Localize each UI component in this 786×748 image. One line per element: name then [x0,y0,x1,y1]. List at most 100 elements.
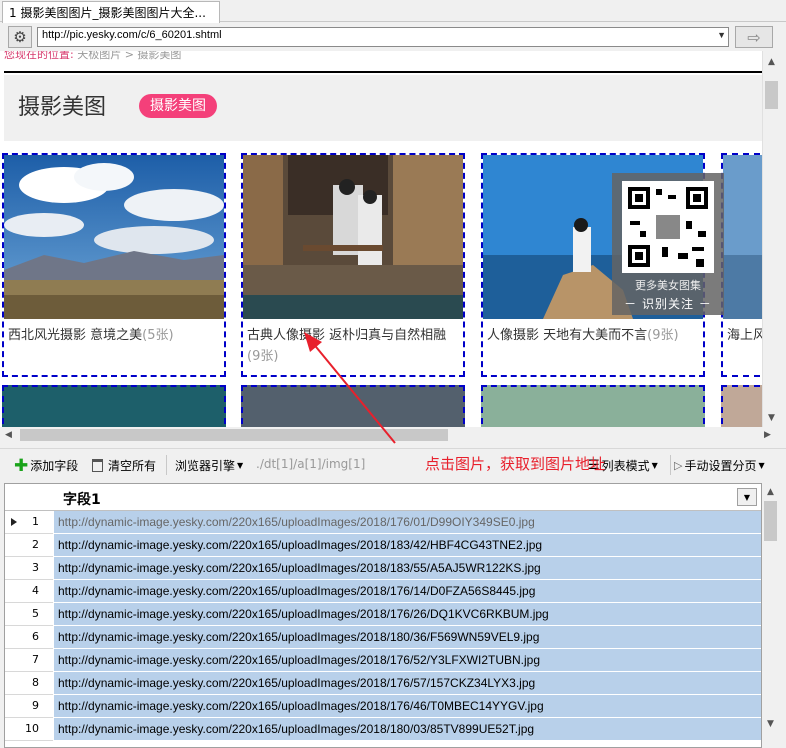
card-caption[interactable]: 古典人像摄影 返朴归真与自然相融 (9张) [247,325,459,367]
breadcrumb-prefix: 您现在的位置: [4,51,74,61]
toolbar: ✚ 添加字段 清空所有 浏览器引擎 ▼ ./dt[1]/a[1]/img[1] ☰ 列… [0,448,786,480]
divider [4,71,762,73]
row-number[interactable]: 5 [5,603,53,626]
table-cell[interactable]: http://dynamic-image.yesky.com/220x165/u… [54,695,761,718]
row-number[interactable]: 6 [5,626,53,649]
qr-code-popup[interactable]: 更多美女图集 － 识别关注 － [612,173,724,315]
qr-code-icon [622,181,714,273]
table-cell[interactable]: http://dynamic-image.yesky.com/220x165/u… [54,534,761,557]
card-caption[interactable]: 海上风 [727,325,762,346]
scroll-down-icon[interactable]: ▼ [767,719,774,729]
photo-card[interactable] [481,385,705,427]
table-cell[interactable]: http://dynamic-image.yesky.com/220x165/u… [54,718,761,741]
photo-card[interactable]: 西北风光摄影 意境之美(5张) [2,153,226,377]
scroll-up-icon[interactable]: ▲ [768,57,775,67]
annotation-text: 点击图片，获取到图片地址 [425,455,606,473]
page-title: 摄影美图 [18,95,107,120]
xpath-text: ./dt[1]/a[1]/img[1] [256,457,366,471]
table-cell[interactable]: http://dynamic-image.yesky.com/220x165/u… [54,580,761,603]
table-cell[interactable]: http://dynamic-image.yesky.com/220x165/u… [54,557,761,580]
table-row[interactable]: 10 http://dynamic-image.yesky.com/220x165… [5,718,761,741]
add-field-button[interactable]: ✚ 添加字段 [14,457,78,474]
table-row[interactable]: 4 http://dynamic-image.yesky.com/220x165/… [5,580,761,603]
photo-thumbnail[interactable] [4,155,224,319]
go-button[interactable]: ⇨ [735,26,773,48]
row-number[interactable]: 2 [5,534,53,557]
grid-vertical-scrollbar[interactable]: ▲ ▼ [762,483,780,748]
divider [166,455,167,475]
photo-card[interactable]: 古典人像摄影 返朴归真与自然相融 (9张) [241,153,465,377]
table-cell[interactable]: http://dynamic-image.yesky.com/220x165/u… [54,626,761,649]
url-input[interactable]: http://pic.yesky.com/c/6_60201.shtml ▼ [37,27,729,47]
scroll-up-icon[interactable]: ▲ [767,487,774,497]
chevron-down-icon: ▼ [743,493,751,502]
qr-follow-label: － 识别关注 － [624,297,712,311]
photo-count: (5张) [142,328,174,343]
tab-strip: 1 摄影美图图片_摄影美图图片大全... [0,0,786,23]
scroll-right-icon[interactable]: ▶ [764,430,771,440]
address-bar: ⚙ http://pic.yesky.com/c/6_60201.shtml ▼… [0,23,786,51]
scroll-left-icon[interactable]: ◀ [5,430,12,440]
row-number[interactable]: 3 [5,557,53,580]
caption-text: 海上风 [727,328,762,343]
table-row[interactable]: 8 http://dynamic-image.yesky.com/220x165/… [5,672,761,695]
scroll-down-icon[interactable]: ▼ [768,413,775,423]
card-caption[interactable]: 人像摄影 天地有大美而不言(9张) [487,325,699,346]
table-row[interactable]: 7 http://dynamic-image.yesky.com/220x165/… [5,649,761,672]
gear-icon[interactable]: ⚙ [8,26,32,48]
scrollbar-thumb[interactable] [765,81,778,109]
chevron-down-icon: ▼ [237,461,244,470]
chevron-down-icon[interactable]: ▼ [717,30,726,40]
play-icon: ▷ [674,459,683,472]
add-field-label: 添加字段 [30,459,79,473]
row-number[interactable]: 7 [5,649,53,672]
category-pill[interactable]: 摄影美图 [139,94,217,118]
table-cell[interactable]: http://dynamic-image.yesky.com/220x165/u… [54,649,761,672]
divider [670,455,671,475]
caption-text: 西北风光摄影 意境之美 [8,328,143,343]
current-row-indicator-icon [11,518,17,526]
caption-text: 人像摄影 天地有大美而不言 [487,328,648,343]
chevron-down-icon: ▼ [651,461,658,470]
row-number[interactable]: 4 [5,580,53,603]
scrollbar-thumb[interactable] [20,429,448,441]
web-view[interactable]: 您现在的位置: 天极图片 > 摄影美图 摄影美图 摄影美图 西北风光摄影 意境之… [0,51,762,427]
photo-thumbnail[interactable] [723,155,762,319]
column-header-field1[interactable]: 字段1 [63,489,101,509]
row-number[interactable]: 10 [5,718,53,741]
browser-tab[interactable]: 1 摄影美图图片_摄影美图图片大全... [2,1,220,23]
table-cell[interactable]: http://dynamic-image.yesky.com/220x165/u… [54,603,761,626]
arrow-right-icon: ⇨ [747,27,761,47]
table-row[interactable]: 6 http://dynamic-image.yesky.com/220x165/… [5,626,761,649]
table-row[interactable]: 3 http://dynamic-image.yesky.com/220x165/… [5,557,761,580]
manual-paging-label: 手动设置分页 [684,459,757,473]
table-cell[interactable]: http://dynamic-image.yesky.com/220x165/u… [54,511,761,534]
table-row[interactable]: 5 http://dynamic-image.yesky.com/220x165/… [5,603,761,626]
photo-card[interactable] [2,385,226,427]
scrollbar-thumb[interactable] [764,501,777,541]
caption-text: 古典人像摄影 返朴归真与自然相融 [247,328,447,343]
photo-card[interactable] [241,385,465,427]
url-text: http://pic.yesky.com/c/6_60201.shtml [42,29,222,41]
table-row[interactable]: 1 http://dynamic-image.yesky.com/220x165/… [5,511,761,534]
manual-paging-dropdown[interactable]: ▷ 手动设置分页 ▼ [674,457,765,474]
breadcrumb-path[interactable]: 天极图片 > 摄影美图 [74,51,181,61]
webview-vertical-scrollbar[interactable]: ▲ ▼ [762,51,780,427]
table-row[interactable]: 2 http://dynamic-image.yesky.com/220x165/… [5,534,761,557]
table-row[interactable]: 9 http://dynamic-image.yesky.com/220x165/… [5,695,761,718]
table-cell[interactable]: http://dynamic-image.yesky.com/220x165/u… [54,672,761,695]
data-grid[interactable]: 字段1 ▼ 1 http://dynamic-image.yesky.com/22… [4,483,762,748]
card-caption[interactable]: 西北风光摄影 意境之美(5张) [8,325,220,346]
photo-card[interactable] [721,385,762,427]
browser-engine-label: 浏览器引擎 [175,459,236,473]
row-number[interactable]: 8 [5,672,53,695]
plus-icon: ✚ [14,455,29,476]
row-number[interactable]: 9 [5,695,53,718]
photo-thumbnail[interactable] [243,155,463,319]
webview-horizontal-scrollbar[interactable]: ◀ ▶ [0,427,780,444]
column-menu-button[interactable]: ▼ [737,488,757,506]
photo-card[interactable]: 海上风 [721,153,762,377]
clear-all-label: 清空所有 [108,459,157,473]
browser-engine-dropdown[interactable]: 浏览器引擎 ▼ [175,457,243,474]
clear-all-button[interactable]: 清空所有 [92,457,156,474]
